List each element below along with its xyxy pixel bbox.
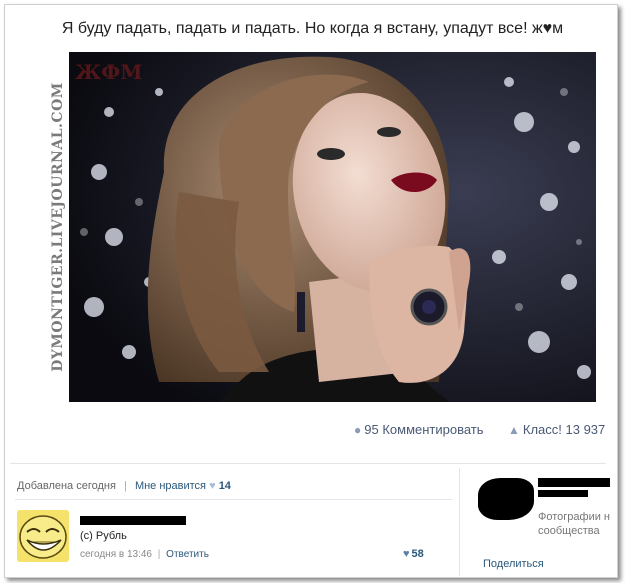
reply-link[interactable]: Ответить: [166, 549, 209, 560]
comments-divider: [15, 499, 452, 500]
heart-icon: ♥: [403, 548, 410, 560]
heart-icon: ♥: [209, 480, 216, 492]
comments-count: 95: [364, 422, 379, 437]
likes-count: 14: [218, 480, 231, 492]
like-link[interactable]: Мне нравится: [135, 480, 206, 492]
comment-likes-count: 58: [411, 548, 424, 560]
community-desc-line2: сообщества: [538, 525, 600, 537]
thumbs-up-icon: ▲: [508, 423, 520, 437]
share-link[interactable]: Поделиться: [483, 558, 544, 570]
class-button[interactable]: ▲ Класс! 13 937: [508, 422, 605, 437]
post-text: Я буду падать, падать и падать. Но когда…: [61, 20, 564, 37]
community-description: Фотографии н сообщества: [538, 510, 610, 538]
comment-text: (c) Рубль: [80, 530, 127, 542]
comment-meta: сегодня в 13:46 | Ответить: [80, 549, 209, 560]
comment-separator: |: [157, 549, 161, 560]
comment-icon: ●: [354, 423, 362, 437]
class-label: Класс! 13 937: [522, 422, 606, 437]
side-watermark: DYMONTIGER.LIVEJOURNAL.COM: [50, 82, 66, 372]
sidebar-divider: [459, 468, 460, 576]
comment-like-button[interactable]: ♥ 58: [403, 548, 424, 560]
added-label: Добавлена сегодня: [17, 480, 116, 492]
post-photo[interactable]: ЖФМ: [69, 52, 596, 402]
comment-label: Комментировать: [382, 422, 484, 437]
avatar[interactable]: [17, 510, 69, 562]
divider: [10, 463, 606, 464]
comments-button[interactable]: ● 95 Комментировать: [354, 422, 484, 437]
redacted-community-name: [538, 478, 610, 487]
meta-separator: |: [124, 480, 127, 492]
redacted-community-name-2: [538, 490, 588, 497]
community-desc-line1: Фотографии н: [538, 511, 610, 523]
trollface-icon: [17, 510, 69, 562]
redacted-author-name: [80, 516, 186, 525]
post-meta: Добавлена сегодня | Мне нравится ♥ 14: [17, 480, 231, 492]
comment-time: сегодня в 13:46: [80, 549, 152, 560]
photo-watermark: ЖФМ: [75, 60, 143, 84]
portrait-illustration: [69, 52, 596, 402]
redacted-community-avatar: [478, 478, 534, 520]
